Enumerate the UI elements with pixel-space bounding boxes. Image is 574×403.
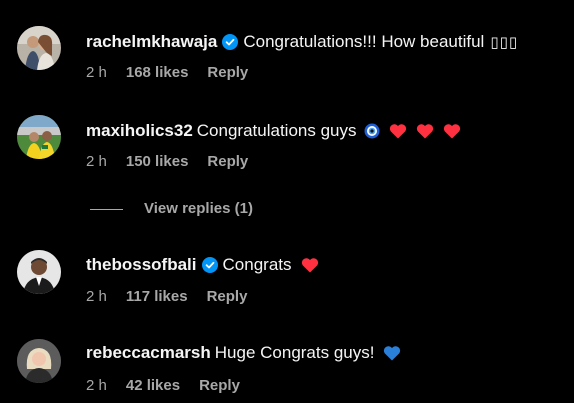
timestamp: 2 h [86, 153, 107, 170]
avatar[interactable] [17, 339, 61, 383]
avatar[interactable] [17, 26, 61, 70]
comment-line: rachelmkhawaja Congratulations!!! How be… [86, 31, 518, 53]
missing-glyph-emoji: ▯▯▯ [490, 33, 519, 51]
timestamp: 2 h [86, 377, 107, 394]
red-heart-icon [389, 123, 407, 139]
avatar[interactable] [17, 115, 61, 159]
comment-text: Congratulations!!! How beautiful [243, 32, 485, 51]
likes-count[interactable]: 117 likes [126, 287, 188, 307]
comment-text: Congrats [222, 255, 292, 274]
red-heart-icon [301, 257, 319, 273]
likes-count[interactable]: 150 likes [126, 152, 189, 172]
comment-meta: 2 h 168 likes Reply [86, 63, 248, 83]
comment-meta: 2 h 150 likes Reply [86, 152, 248, 172]
timestamp: 2 h [86, 288, 107, 305]
likes-count[interactable]: 168 likes [126, 63, 189, 83]
comment-meta: 2 h 117 likes Reply [86, 287, 247, 307]
blue-heart-icon [383, 345, 401, 361]
username[interactable]: maxiholics32 [86, 120, 193, 142]
comment-line: thebossofbali Congrats [86, 254, 319, 276]
username[interactable]: thebossofbali [86, 254, 197, 276]
nazar-amulet-icon [364, 123, 380, 139]
divider [90, 208, 123, 210]
verified-badge-icon [201, 257, 218, 273]
view-replies-button[interactable]: View replies (1) [90, 199, 253, 219]
view-replies-label: View replies (1) [144, 200, 253, 217]
timestamp: 2 h [86, 64, 107, 81]
verified-badge-icon [222, 34, 239, 50]
reply-button[interactable]: Reply [207, 63, 248, 83]
red-heart-icon [443, 123, 461, 139]
likes-count[interactable]: 42 likes [126, 376, 180, 396]
username[interactable]: rebeccacmarsh [86, 342, 211, 364]
comment-text: Congratulations guys [196, 121, 357, 140]
comment-text: Huge Congrats guys! [214, 343, 375, 362]
reply-button[interactable]: Reply [207, 287, 248, 307]
comment-meta: 2 h 42 likes Reply [86, 376, 240, 396]
avatar[interactable] [17, 250, 61, 294]
reply-button[interactable]: Reply [207, 152, 248, 172]
comment-line: maxiholics32 Congratulations guys [86, 120, 461, 142]
reply-button[interactable]: Reply [199, 376, 240, 396]
comment-line: rebeccacmarsh Huge Congrats guys! [86, 342, 401, 364]
red-heart-icon [416, 123, 434, 139]
username[interactable]: rachelmkhawaja [86, 31, 217, 53]
